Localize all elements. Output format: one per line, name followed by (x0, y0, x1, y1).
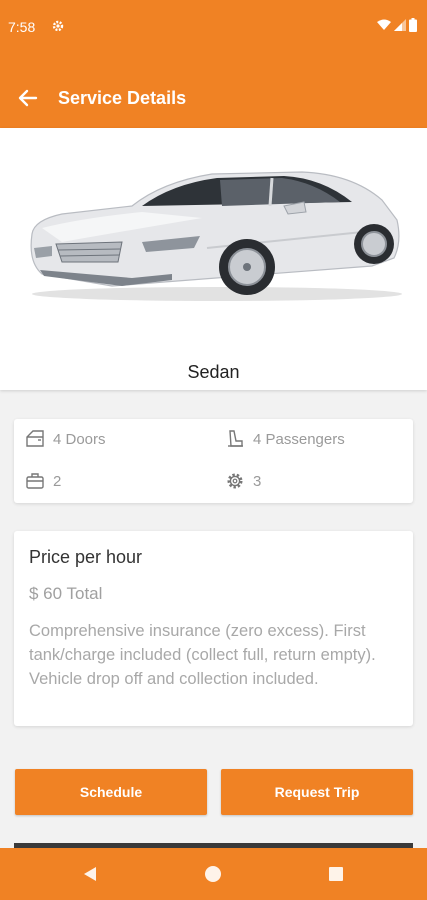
price-description: Comprehensive insurance (zero excess). F… (29, 622, 376, 688)
nav-back-icon[interactable] (82, 866, 98, 882)
spec-transmission-label: 3 (253, 472, 262, 490)
gear-icon (52, 20, 64, 32)
spec-transmission: 3 (225, 471, 261, 491)
passenger-seat-icon (228, 430, 243, 447)
arrow-left-icon[interactable] (16, 86, 40, 110)
nav-recents-icon[interactable] (329, 867, 343, 881)
vehicle-specs-card: 4 Doors 4 Passengers 2 3 (14, 419, 413, 503)
page-title: Service Details (58, 88, 187, 108)
spec-luggage: 2 (25, 471, 61, 491)
price-title: Price per hour (29, 547, 143, 567)
spec-luggage-label: 2 (53, 472, 62, 490)
car-door-icon (26, 430, 44, 447)
wifi-icon (377, 19, 391, 30)
spec-passengers: 4 Passengers (225, 429, 345, 449)
price-total: $ 60 Total (29, 584, 103, 603)
nav-home-icon[interactable] (205, 866, 221, 882)
battery-icon (409, 18, 417, 32)
signal-icon (394, 19, 406, 31)
briefcase-icon (26, 473, 44, 489)
spec-doors-label: 4 Doors (53, 430, 106, 448)
status-time: 7:58 (8, 19, 36, 35)
schedule-button[interactable]: Schedule (15, 769, 207, 815)
spec-doors: 4 Doors (25, 429, 106, 449)
vehicle-hero (0, 128, 427, 390)
request-trip-button[interactable]: Request Trip (221, 769, 413, 815)
status-bar: 7:58 (0, 0, 427, 56)
car-image (30, 171, 402, 301)
spec-passengers-label: 4 Passengers (253, 430, 345, 448)
gear-icon (227, 473, 243, 489)
vehicle-name: Sedan (187, 362, 240, 382)
pricing-card: Price per hour $ 60 Total Comprehensive … (14, 531, 413, 726)
status-icons (377, 18, 417, 32)
